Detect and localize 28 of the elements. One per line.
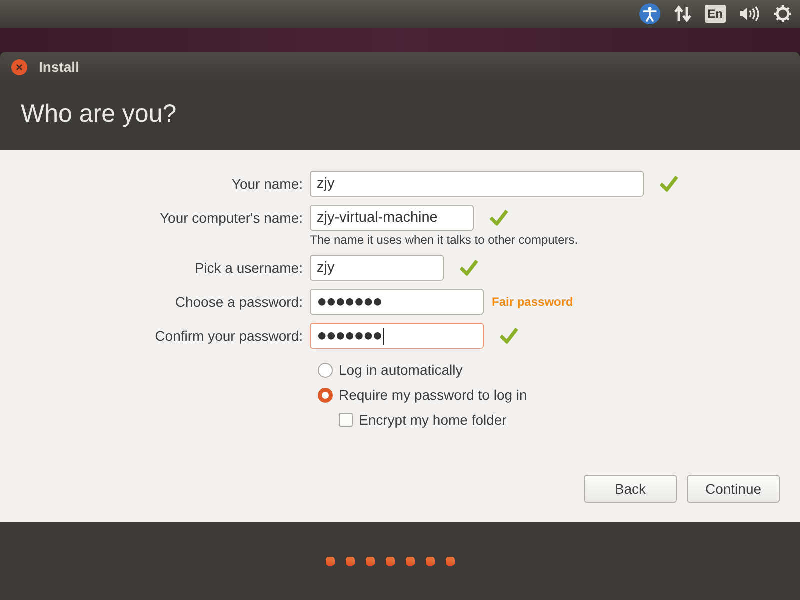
checkbox-label[interactable]: Encrypt my home folder bbox=[359, 412, 507, 428]
field-label: Choose a password: bbox=[174, 294, 304, 310]
field-hint: The name it uses when it talks to other computers. bbox=[310, 233, 580, 247]
field-label: Your computer's name: bbox=[158, 210, 304, 226]
radio-button[interactable] bbox=[318, 362, 333, 378]
back-button[interactable]: Back bbox=[584, 475, 677, 503]
gear-icon[interactable] bbox=[774, 5, 792, 23]
password-field[interactable]: ●●●●●●● bbox=[310, 289, 484, 315]
window-title: Install bbox=[39, 59, 80, 75]
radio-label[interactable]: Require my password to log in bbox=[339, 387, 528, 403]
keyboard-layout-indicator[interactable]: En bbox=[704, 5, 726, 23]
continue-button[interactable]: Continue bbox=[687, 475, 780, 503]
accessibility-icon[interactable] bbox=[638, 3, 661, 25]
password-field[interactable]: ●●●●●●● bbox=[310, 323, 484, 349]
close-icon[interactable] bbox=[11, 58, 28, 76]
password-strength: Fair password bbox=[492, 295, 574, 309]
field-label: Confirm your password: bbox=[154, 328, 304, 344]
text-field[interactable]: zjy bbox=[310, 255, 444, 281]
radio-label[interactable]: Log in automatically bbox=[339, 362, 463, 378]
radio-button[interactable] bbox=[318, 388, 333, 402]
page-heading: Who are you? bbox=[21, 100, 177, 130]
field-label: Your name: bbox=[230, 176, 304, 192]
volume-icon[interactable] bbox=[739, 6, 761, 22]
network-arrows-icon[interactable] bbox=[674, 5, 692, 23]
text-field[interactable]: zjy bbox=[310, 171, 644, 197]
checkbox[interactable] bbox=[339, 413, 353, 427]
text-field[interactable]: zjy-virtual-machine bbox=[310, 205, 474, 231]
field-label: Pick a username: bbox=[194, 260, 304, 276]
